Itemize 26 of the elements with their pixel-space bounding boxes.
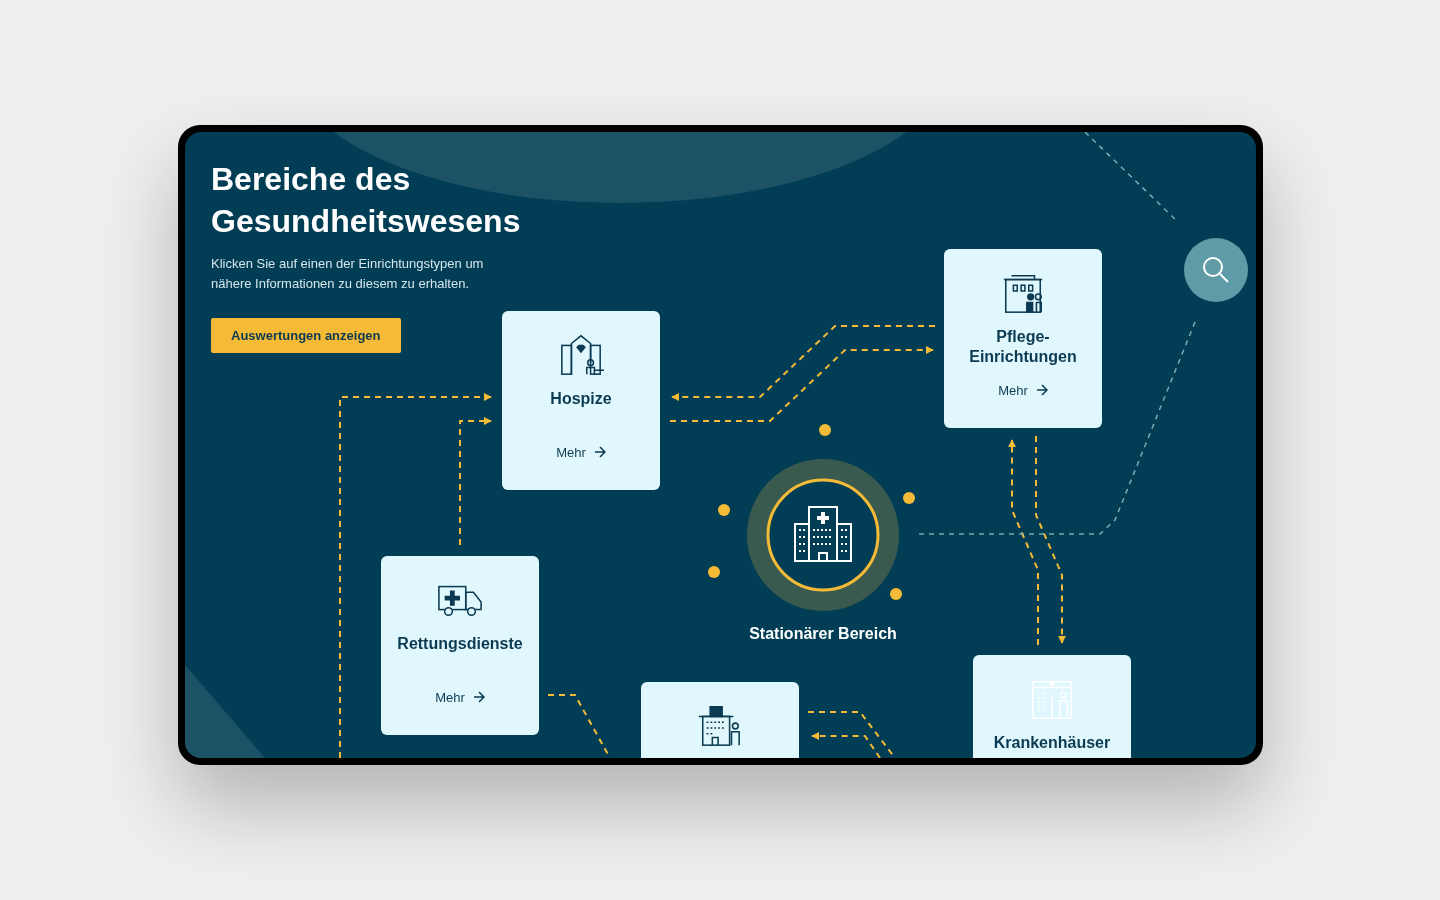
card-title: Rettungsdienste — [396, 634, 524, 654]
hospital-building-icon — [794, 506, 852, 562]
show-evaluations-button[interactable]: Auswertungen anzeigen — [211, 318, 401, 353]
inpatient-area-label[interactable]: Stationärer Bereich — [723, 622, 923, 646]
dot — [903, 492, 915, 504]
facility-card[interactable]: Pflege-Einrichtungen Mehr — [944, 249, 1102, 428]
facility-card[interactable]: Rettungsdienste Mehr — [381, 556, 539, 735]
dot — [819, 424, 831, 436]
hospital-circle[interactable] — [747, 459, 899, 611]
search-icon — [1202, 256, 1230, 284]
page-title: Bereiche des Gesundheitswesens — [211, 160, 522, 241]
more-link[interactable]: Mehr — [556, 442, 606, 462]
arrow-right-icon — [593, 446, 606, 459]
facility-card[interactable]: Hospize Mehr — [502, 311, 660, 490]
more-link[interactable]: Mehr — [435, 687, 485, 707]
card-title: Pflege-Einrichtungen — [968, 327, 1078, 367]
dot — [718, 504, 730, 516]
dot — [890, 588, 902, 600]
card-title: Krankenhäuser — [992, 733, 1112, 753]
arrow-right-icon — [1035, 384, 1048, 397]
facility-card[interactable]: Krankenhäuser — [973, 655, 1131, 758]
page-description: Klicken Sie auf einen der Einrichtungstypen um nähere Informationen zu diesem zu erhalten. — [211, 255, 485, 293]
card-title: Hospize — [549, 389, 613, 409]
arrow-right-icon — [472, 691, 485, 704]
more-link[interactable]: Mehr — [998, 380, 1048, 400]
dot — [708, 566, 720, 578]
